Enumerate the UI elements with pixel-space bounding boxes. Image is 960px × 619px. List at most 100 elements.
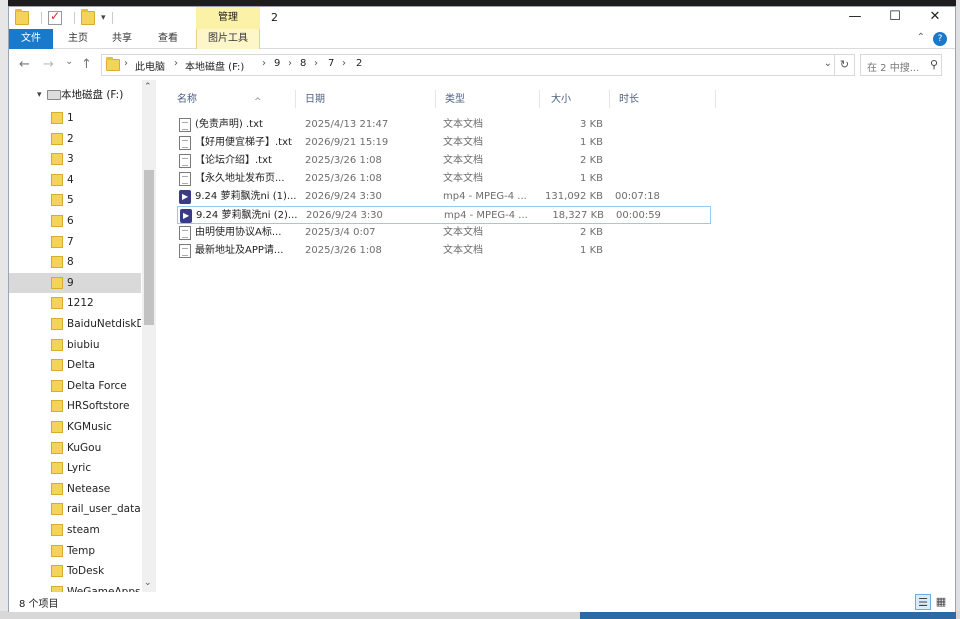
ribbon-tabs: 文件 主页 共享 查看 图片工具 ⌃ ? [9, 29, 955, 49]
file-size: 2 KB [580, 227, 603, 238]
tab-share[interactable]: 共享 [105, 29, 139, 49]
scrollbar-thumb[interactable] [144, 170, 154, 325]
address-bar[interactable]: › 此电脑 › 本地磁盘 (F:) › 9 › 8 › 7 › 2 ⌄ [101, 54, 835, 76]
tab-view[interactable]: 查看 [151, 29, 185, 49]
recent-locations-button[interactable]: ⌄ [65, 56, 73, 67]
column-divider[interactable] [609, 90, 610, 108]
tree-item-folder[interactable]: Temp [9, 541, 141, 561]
tree-item-folder[interactable]: HRSoftstore [9, 396, 141, 416]
column-divider[interactable] [295, 90, 296, 108]
back-button[interactable]: ← [19, 57, 30, 72]
tree-item-folder[interactable]: KuGou [9, 438, 141, 458]
file-size: 18,327 KB [552, 210, 604, 221]
folder-icon [51, 338, 63, 351]
properties-icon[interactable] [48, 9, 62, 25]
status-bar: 8 个项目 ☰ ▦ [9, 592, 955, 612]
scroll-up-icon[interactable]: ⌃ [144, 82, 152, 92]
column-header-type[interactable]: 类型 [445, 90, 535, 110]
details-view-icon[interactable]: ☰ [915, 594, 931, 610]
folder-icon [51, 256, 63, 269]
file-row[interactable]: 由明使用协议A标... 2025/3/4 0:07 文本文档 2 KB [177, 224, 711, 242]
folder-icon [51, 132, 63, 145]
scroll-down-icon[interactable]: ⌄ [144, 578, 152, 588]
forward-button[interactable]: → [43, 57, 54, 72]
customize-qa-icon[interactable]: ▾ [101, 13, 106, 23]
column-header-duration[interactable]: 时长 [619, 90, 699, 110]
crumb-folder-7[interactable]: 7 [328, 58, 334, 69]
tree-item-folder[interactable]: 7 [9, 232, 141, 252]
collapse-ribbon-icon[interactable]: ⌃ [917, 32, 925, 43]
tree-item-folder[interactable]: 2 [9, 129, 141, 149]
column-divider[interactable] [715, 90, 716, 108]
tree-item-folder[interactable]: Netease [9, 479, 141, 499]
crumb-drive[interactable]: 本地磁盘 (F:) [185, 58, 244, 73]
tree-item-folder[interactable]: rail_user_data [9, 499, 141, 519]
file-row[interactable]: 【永久地址发布页... 2025/3/26 1:08 文本文档 1 KB [177, 170, 711, 188]
file-size: 1 KB [580, 137, 603, 148]
crumb-separator: › [262, 58, 266, 69]
tree-item-folder[interactable]: steam [9, 520, 141, 540]
crumb-folder-8[interactable]: 8 [300, 58, 306, 69]
tree-item-folder[interactable]: 6 [9, 211, 141, 231]
close-button[interactable]: ✕ [915, 7, 955, 29]
address-dropdown-icon[interactable]: ⌄ [824, 58, 832, 69]
large-icons-view-icon[interactable]: ▦ [933, 594, 949, 610]
tree-item-folder[interactable]: 3 [9, 149, 141, 169]
help-icon[interactable]: ? [933, 32, 947, 46]
minimize-button[interactable]: — [835, 7, 875, 29]
tree-item-folder[interactable]: 8 [9, 252, 141, 272]
column-header-size[interactable]: 大小 [551, 90, 611, 110]
crumb-folder-9[interactable]: 9 [274, 58, 280, 69]
tree-item-folder[interactable]: 5 [9, 190, 141, 210]
folder-icon [51, 215, 63, 227]
tab-picture-tools[interactable]: 图片工具 [196, 29, 260, 49]
tree-item-folder[interactable]: ToDesk [9, 561, 141, 581]
tree-item-folder[interactable]: Delta [9, 355, 141, 375]
column-header-date[interactable]: 日期 [305, 90, 425, 110]
tree-item-label: Netease [67, 482, 111, 495]
crumb-folder-2[interactable]: 2 [356, 58, 362, 69]
column-divider[interactable] [539, 90, 540, 108]
file-row[interactable]: 9.24 萝莉飘洗ni (2)... 2026/9/24 3:30 mp4 - MP… [177, 206, 711, 224]
folder-icon [51, 421, 63, 433]
maximize-button[interactable]: ☐ [875, 7, 915, 29]
tab-home[interactable]: 主页 [61, 29, 95, 49]
search-icon[interactable]: ⚲ [930, 58, 938, 71]
tree-item-folder[interactable]: KGMusic [9, 417, 141, 437]
file-row[interactable]: 最新地址及APP请... 2025/3/26 1:08 文本文档 1 KB [177, 242, 711, 260]
qa-separator [41, 12, 42, 24]
file-row[interactable]: 9.24 萝莉飘洗ni (1)... 2026/9/24 3:30 mp4 - MP… [177, 188, 711, 206]
file-row[interactable]: 【好用便宜梯子】.txt 2026/9/21 15:19 文本文档 1 KB [177, 134, 711, 152]
up-button[interactable]: ↑ [81, 57, 92, 72]
tree-item-label: 7 [67, 235, 74, 248]
refresh-button[interactable]: ↻ [835, 54, 855, 76]
tree-drive-f[interactable]: ▾ 本地磁盘 (F:) [9, 85, 141, 105]
column-header-name[interactable]: 名称 ^ [177, 90, 287, 110]
tree-item-folder[interactable]: 9 [9, 272, 141, 293]
tree-item-folder[interactable]: BaiduNetdiskD [9, 314, 141, 334]
tree-item-folder[interactable]: biubiu [9, 335, 141, 355]
tree-drive-label: 本地磁盘 (F:) [61, 89, 124, 101]
tree-item-folder[interactable]: 1 [9, 108, 141, 128]
tree-item-folder[interactable]: 4 [9, 170, 141, 190]
address-toolbar: ← → ⌄ ↑ › 此电脑 › 本地磁盘 (F:) › 9 › 8 › 7 › … [9, 49, 955, 80]
qa-separator [111, 12, 113, 24]
tree-item-label: 9 [67, 276, 74, 289]
file-size: 2 KB [580, 155, 603, 166]
tree-item-folder[interactable]: Delta Force [9, 376, 141, 396]
tree-item-folder[interactable]: Lyric [9, 458, 141, 478]
file-row[interactable]: (免责声明) .txt 2025/4/13 21:47 文本文档 3 KB [177, 116, 711, 134]
file-date: 2025/3/26 1:08 [305, 173, 382, 184]
tree-item-folder[interactable]: 1212 [9, 293, 141, 313]
collapse-arrow-icon[interactable]: ▾ [37, 85, 42, 105]
search-box[interactable]: 在 2 中搜... ⚲ [860, 54, 942, 76]
tree-item-label: rail_user_data [67, 503, 141, 516]
folder-icon[interactable] [15, 9, 29, 25]
new-folder-icon[interactable] [81, 9, 95, 25]
folder-icon [51, 235, 63, 248]
crumb-this-pc[interactable]: 此电脑 [135, 58, 165, 73]
nav-scrollbar[interactable]: ⌃ ⌄ [142, 80, 156, 592]
column-divider[interactable] [435, 90, 436, 108]
file-row[interactable]: 【论坛介绍】.txt 2025/3/26 1:08 文本文档 2 KB [177, 152, 711, 170]
tab-file[interactable]: 文件 [9, 29, 53, 49]
